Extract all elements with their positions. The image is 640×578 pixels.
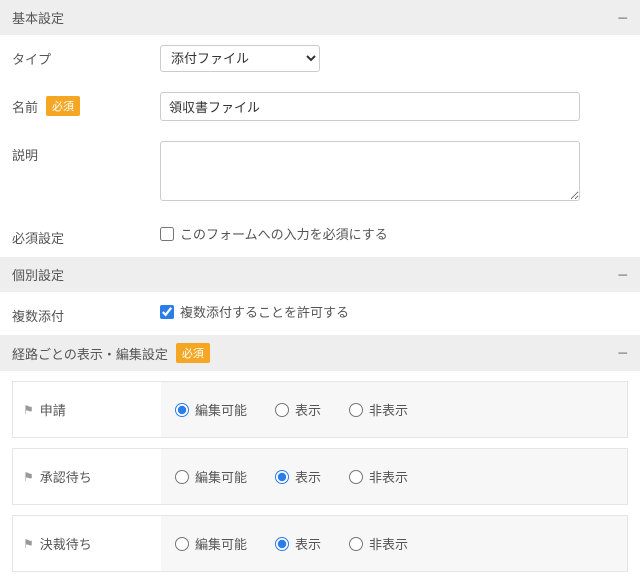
radio-input-hide[interactable] [349, 403, 363, 417]
radio-input-editable[interactable] [175, 470, 189, 484]
flag-icon: ⚑ [23, 470, 34, 484]
route-options: 編集可能 表示 非表示 [161, 449, 627, 504]
radio-show[interactable]: 表示 [275, 534, 321, 553]
section-title-individual: 個別設定 [12, 265, 64, 284]
multi-attach-checkbox[interactable] [160, 305, 174, 319]
label-multi-attach: 複数添付 [12, 306, 64, 325]
label-type: タイプ [12, 49, 51, 68]
radio-label-hide: 非表示 [369, 400, 408, 419]
radio-input-show[interactable] [275, 470, 289, 484]
section-header-individual: 個別設定 − [0, 257, 640, 292]
section-title-basic: 基本設定 [12, 8, 64, 27]
route-name: 申請 [40, 400, 66, 419]
route-options: 編集可能 表示 非表示 [161, 382, 627, 437]
label-required-setting: 必須設定 [12, 228, 64, 247]
radio-label-hide: 非表示 [369, 534, 408, 553]
required-checkbox-wrap[interactable]: このフォームへの入力を必須にする [160, 224, 628, 243]
radio-label-editable: 編集可能 [195, 467, 247, 486]
radio-label-editable: 編集可能 [195, 400, 247, 419]
name-input[interactable] [160, 92, 580, 121]
route-label: ⚑ 決裁待ち [13, 516, 161, 571]
description-textarea[interactable] [160, 141, 580, 201]
radio-hide[interactable]: 非表示 [349, 467, 408, 486]
radio-label-hide: 非表示 [369, 467, 408, 486]
route-card: ⚑ 決裁待ち 編集可能 表示 非表示 [12, 515, 628, 572]
radio-editable[interactable]: 編集可能 [175, 467, 247, 486]
row-description: 説明 [0, 131, 640, 214]
radio-label-show: 表示 [295, 467, 321, 486]
required-badge-name: 必須 [46, 96, 80, 116]
radio-label-editable: 編集可能 [195, 534, 247, 553]
required-checkbox-label: このフォームへの入力を必須にする [180, 224, 388, 243]
row-type: タイプ 添付ファイル [0, 35, 640, 82]
route-name: 承認待ち [40, 467, 92, 486]
radio-input-show[interactable] [275, 403, 289, 417]
radio-input-show[interactable] [275, 537, 289, 551]
radio-input-editable[interactable] [175, 403, 189, 417]
label-name: 名前 [12, 97, 38, 116]
radio-input-hide[interactable] [349, 537, 363, 551]
radio-input-editable[interactable] [175, 537, 189, 551]
route-card: ⚑ 承認待ち 編集可能 表示 非表示 [12, 448, 628, 505]
multi-attach-checkbox-wrap[interactable]: 複数添付することを許可する [160, 302, 628, 321]
section-header-route: 経路ごとの表示・編集設定 必須 − [0, 335, 640, 371]
radio-label-show: 表示 [295, 534, 321, 553]
row-name: 名前 必須 [0, 82, 640, 131]
row-required-setting: 必須設定 このフォームへの入力を必須にする [0, 214, 640, 257]
flag-icon: ⚑ [23, 403, 34, 417]
radio-input-hide[interactable] [349, 470, 363, 484]
row-multi-attach: 複数添付 複数添付することを許可する [0, 292, 640, 335]
collapse-icon[interactable]: − [617, 266, 628, 284]
collapse-icon[interactable]: − [617, 344, 628, 362]
radio-label-show: 表示 [295, 400, 321, 419]
collapse-icon[interactable]: − [617, 9, 628, 27]
section-header-basic: 基本設定 − [0, 0, 640, 35]
radio-show[interactable]: 表示 [275, 400, 321, 419]
required-checkbox[interactable] [160, 227, 174, 241]
multi-attach-checkbox-label: 複数添付することを許可する [180, 302, 349, 321]
label-description: 説明 [12, 145, 38, 164]
route-name: 決裁待ち [40, 534, 92, 553]
radio-hide[interactable]: 非表示 [349, 400, 408, 419]
radio-show[interactable]: 表示 [275, 467, 321, 486]
route-label: ⚑ 申請 [13, 382, 161, 437]
route-options: 編集可能 表示 非表示 [161, 516, 627, 571]
route-label: ⚑ 承認待ち [13, 449, 161, 504]
type-select[interactable]: 添付ファイル [160, 45, 320, 72]
radio-editable[interactable]: 編集可能 [175, 400, 247, 419]
section-title-route: 経路ごとの表示・編集設定 [12, 344, 168, 363]
radio-editable[interactable]: 編集可能 [175, 534, 247, 553]
required-badge-route: 必須 [176, 343, 210, 363]
radio-hide[interactable]: 非表示 [349, 534, 408, 553]
route-card: ⚑ 申請 編集可能 表示 非表示 [12, 381, 628, 438]
flag-icon: ⚑ [23, 537, 34, 551]
